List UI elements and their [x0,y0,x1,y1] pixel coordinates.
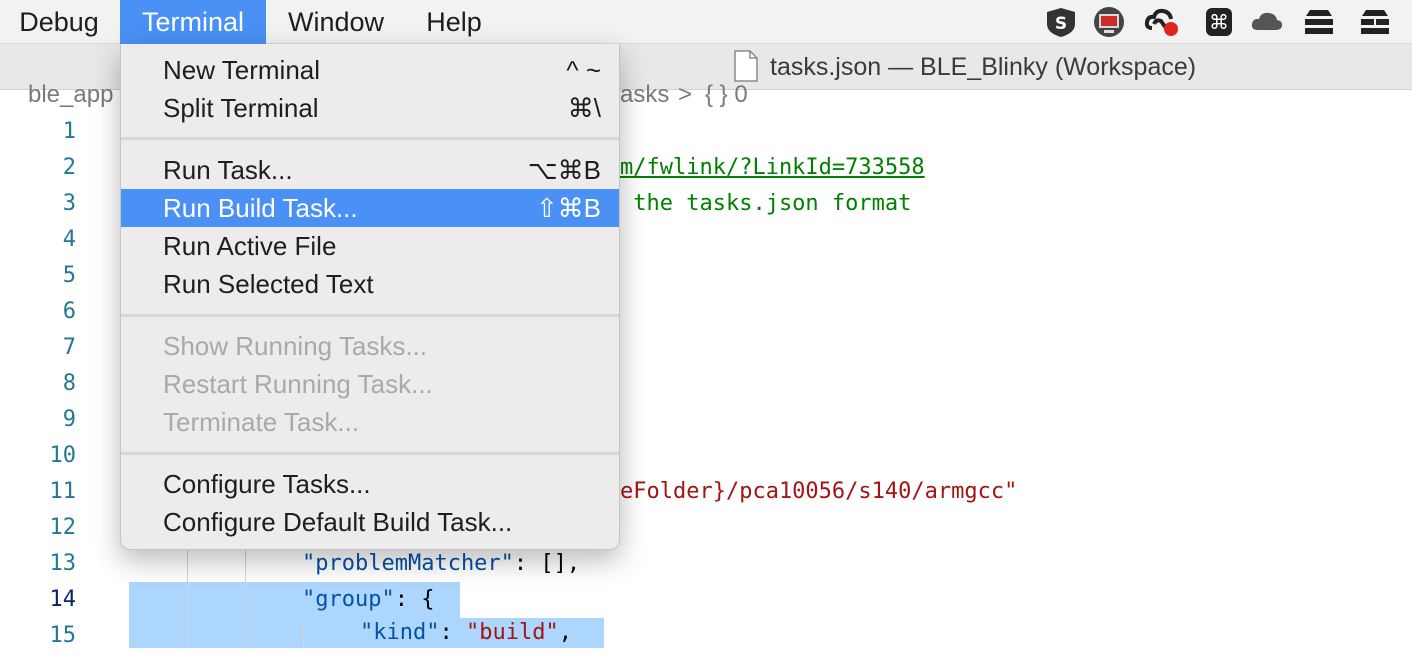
menu-item-label: Show Running Tasks... [163,331,427,361]
line-number: 1 [62,119,76,144]
menu-item-new-terminal[interactable]: New Terminal ^ ~ [121,51,619,89]
menu-separator [121,452,619,455]
shield-s-icon[interactable]: S [1044,6,1078,38]
menu-item-run-active-file[interactable]: Run Active File [121,227,619,265]
menu-item-shortcut: ⇧⌘B [535,193,601,223]
cloud-icon[interactable] [1250,6,1284,38]
menu-bar: Debug Terminal Window Help S ⌘ [0,0,1412,44]
line-number-current: 14 [49,587,77,612]
command-key-icon[interactable]: ⌘ [1202,6,1236,38]
menu-item-run-task[interactable]: Run Task... ⌥⌘B [121,151,619,189]
line-number: 2 [62,155,76,180]
menu-item-split-terminal[interactable]: Split Terminal ⌘\ [121,89,619,127]
screen-record-icon[interactable] [1092,6,1126,38]
breadcrumb-item-symbol[interactable]: { } 0 [705,80,748,110]
line-number: 10 [49,443,77,468]
creative-cloud-icon[interactable] [1144,6,1178,38]
indent-guide [303,618,304,648]
menu-item-label: Terminate Task... [163,407,360,437]
line-number: 3 [62,191,76,216]
menu-separator [121,314,619,317]
menu-item-configure-default-build-task[interactable]: Configure Default Build Task... [121,503,619,541]
breadcrumb-separator-icon: > [678,81,693,108]
svg-text:S: S [1055,14,1067,34]
code-key: "problemMatcher" [302,551,514,576]
menu-help[interactable]: Help [408,0,500,44]
menu-item-label: Run Build Task... [163,193,358,223]
line-number: 13 [49,551,77,576]
stack-alt-icon[interactable] [1358,6,1392,38]
menu-item-configure-tasks[interactable]: Configure Tasks... [121,465,619,503]
line-number: 11 [49,479,77,504]
line-number: 12 [49,515,77,540]
menu-item-label: New Terminal [163,55,321,85]
menu-debug[interactable]: Debug [0,0,118,44]
breadcrumb-item-folder[interactable]: ble_app [28,80,113,110]
menu-item-restart-running-task: Restart Running Task... [121,365,619,403]
line-number: 15 [49,623,77,648]
stack-icon[interactable] [1302,6,1336,38]
menu-item-label: Split Terminal [163,93,319,123]
terminal-menu: New Terminal ^ ~ Split Terminal ⌘\ Run T… [120,44,620,550]
code-line-15: "kind": "build", [360,618,572,648]
line-number: 8 [62,371,76,396]
code-key: "group" [302,587,395,612]
code-string: eFolder}/pca10056/s140/armgcc" [620,479,1018,504]
code-comment-link[interactable]: m/fwlink/?LinkId=733558 [620,150,925,186]
menu-item-run-selected-text[interactable]: Run Selected Text [121,265,619,303]
indent-guide [187,546,188,648]
code-punctuation: , [558,620,572,645]
menu-item-shortcut: ⌥⌘B [527,155,601,185]
menu-item-terminate-task: Terminate Task... [121,403,619,441]
menu-item-show-running-tasks: Show Running Tasks... [121,327,619,365]
menu-item-label: Run Selected Text [163,269,374,299]
indent-guide [245,546,246,648]
menu-item-run-build-task[interactable]: Run Build Task... ⇧⌘B [121,189,619,227]
code-key: "kind" [360,620,440,645]
line-number: 9 [62,407,76,432]
code-comment: the tasks.json format [620,191,912,216]
code-punctuation: : [439,620,466,645]
line-number: 5 [62,263,76,288]
menu-window[interactable]: Window [268,0,404,44]
menu-item-label: Run Task... [163,155,293,185]
menu-item-label: Configure Tasks... [163,469,371,499]
line-number: 6 [62,299,76,324]
menu-item-label: Restart Running Task... [163,369,433,399]
line-number: 7 [62,335,76,360]
code-line-14: "group": { [302,582,434,618]
code-punctuation: : [], [513,551,581,576]
svg-text:⌘: ⌘ [1209,10,1229,34]
menu-separator [121,137,619,140]
menu-item-shortcut: ⌘\ [567,93,601,123]
menu-item-label: Configure Default Build Task... [163,507,513,537]
code-punctuation: : { [394,587,435,612]
menu-item-label: Run Active File [163,231,337,261]
menu-terminal[interactable]: Terminal [120,0,266,44]
line-number: 4 [62,227,76,252]
code-string: "build" [465,620,559,645]
breadcrumb-item-file[interactable]: asks [620,80,669,110]
menu-item-shortcut: ^ ~ [566,55,601,85]
document-icon [733,50,759,82]
code-line-13: "problemMatcher": [], [302,546,580,582]
status-icons: S ⌘ [1040,0,1412,44]
